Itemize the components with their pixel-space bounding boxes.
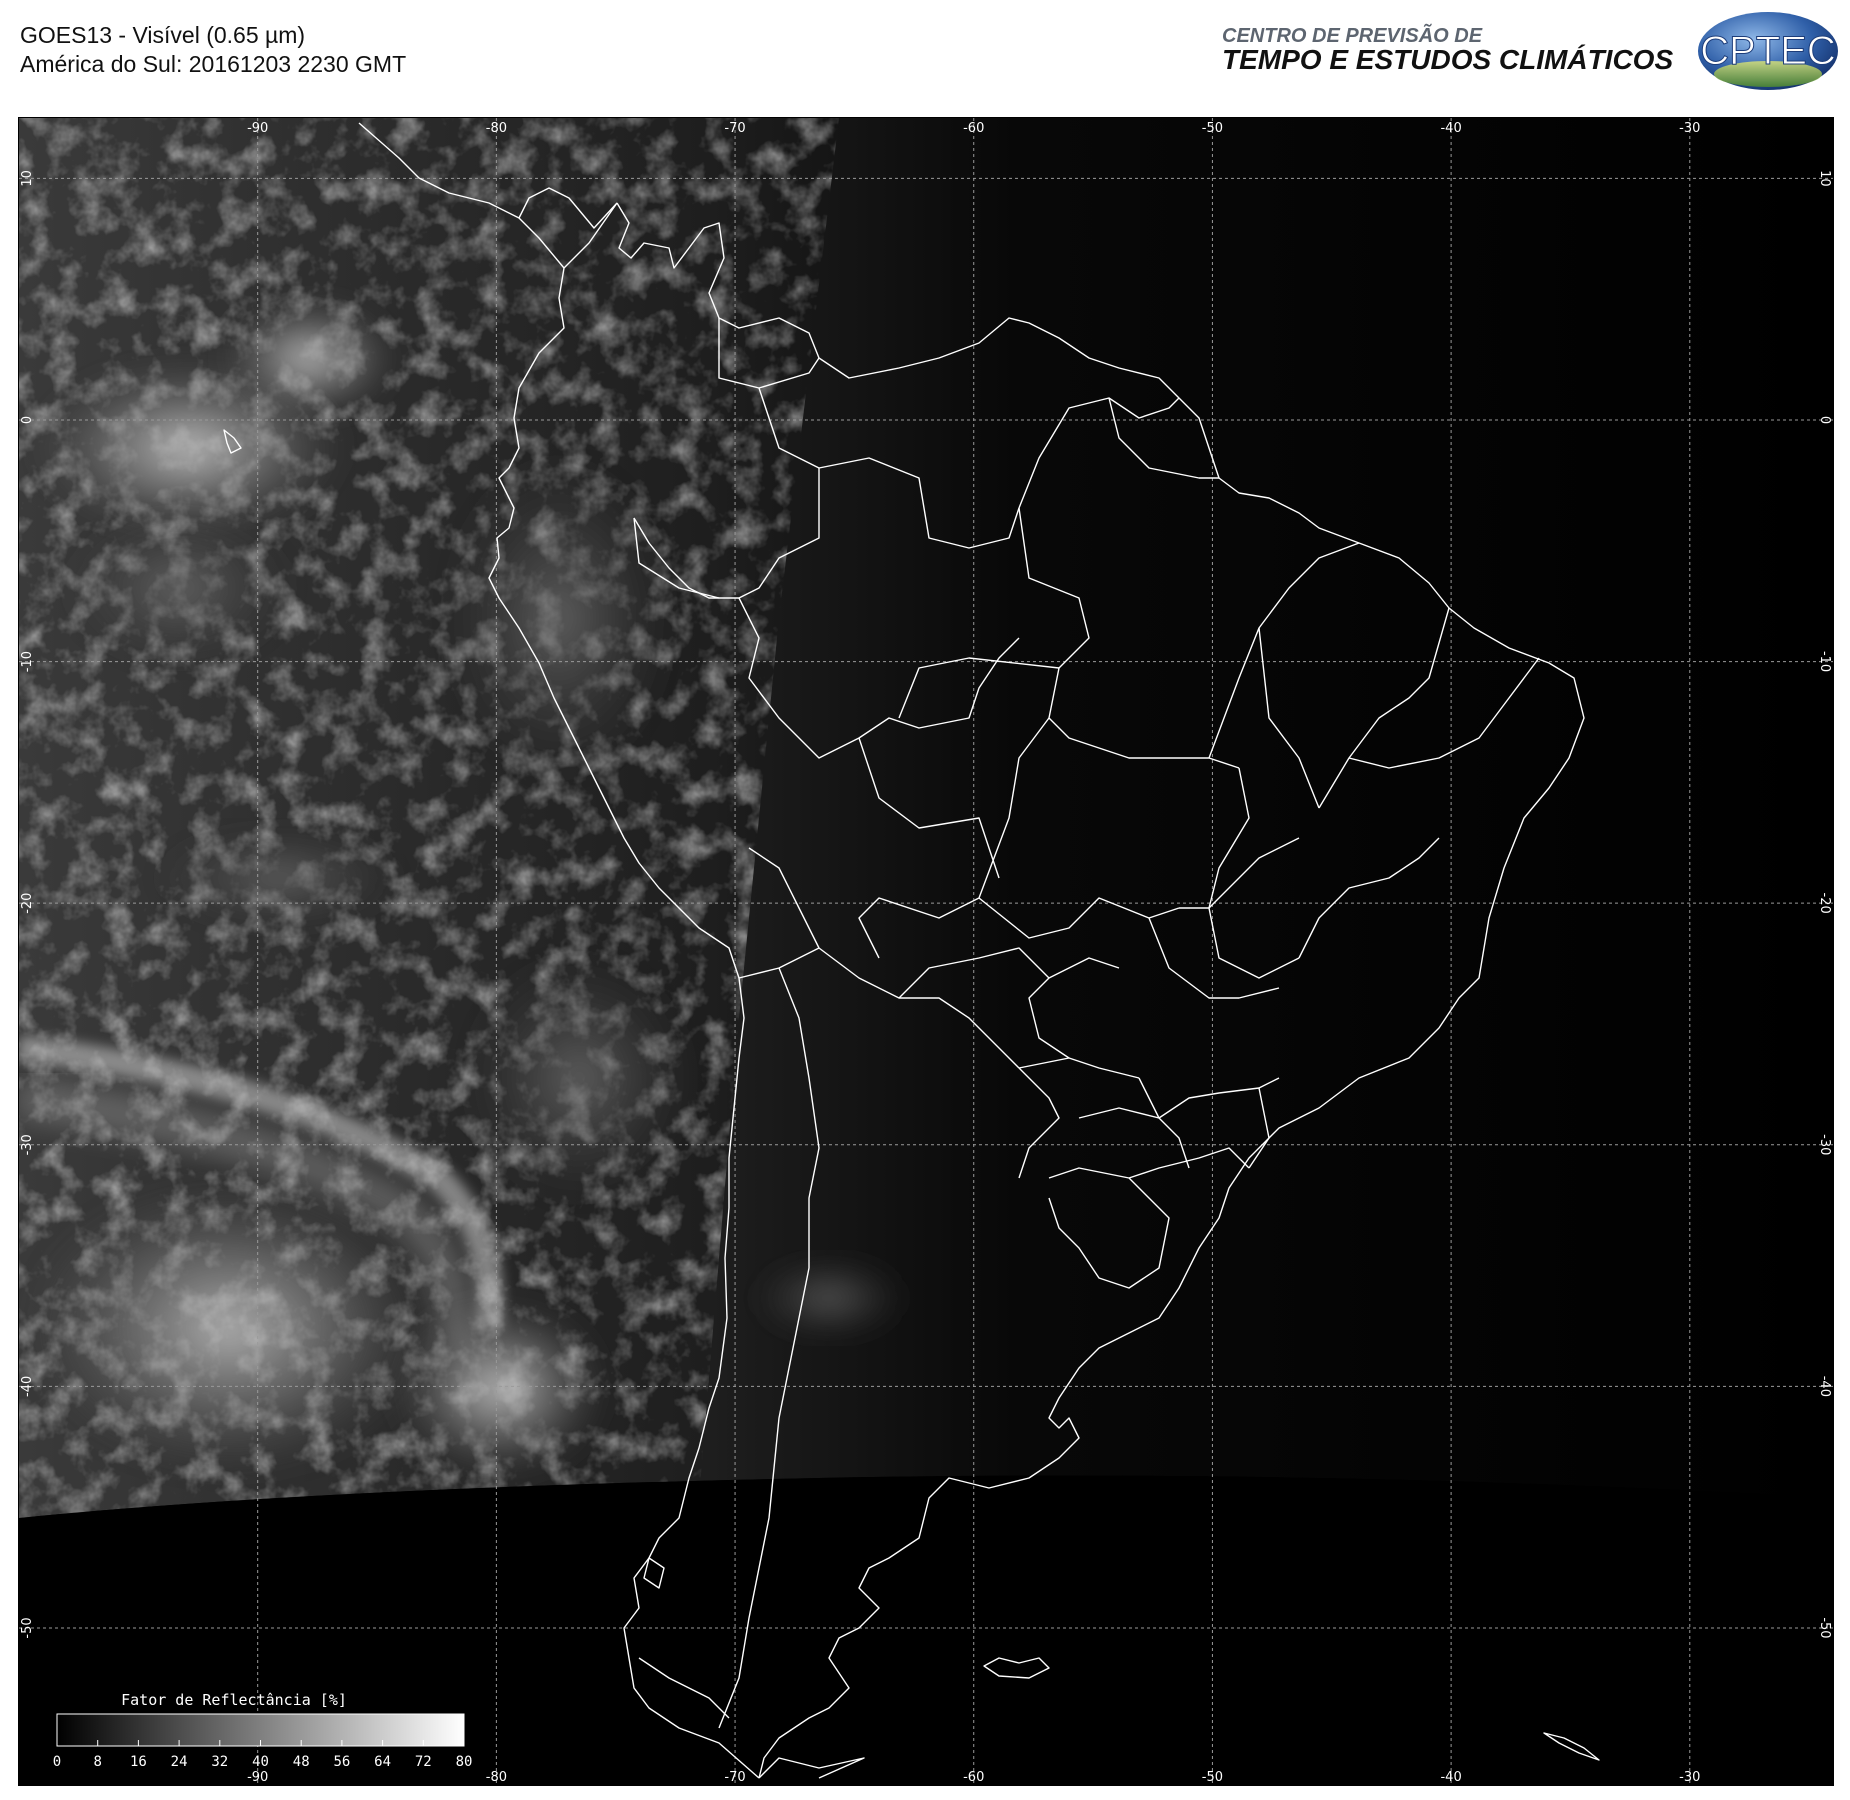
- colorbar-tick-label: 16: [130, 1754, 147, 1770]
- header: GOES13 - Visível (0.65 µm) América do Su…: [0, 0, 1850, 100]
- longitude-label: -80: [486, 121, 507, 136]
- image-subtitle: América do Sul: 20161203 2230 GMT: [20, 51, 407, 77]
- latitude-label: -20: [1817, 893, 1832, 914]
- latitude-label: -10: [1817, 651, 1832, 672]
- latitude-label: -40: [1817, 1376, 1832, 1397]
- map-canvas: -90 -90 -80 -80 -70 -70 -60 -60 -50 -50 -40 -40 -30 -…: [19, 118, 1833, 1785]
- latitude-label: 10: [20, 170, 35, 187]
- colorbar-tick-label: 64: [374, 1754, 391, 1770]
- colorbar-tick-label: 48: [293, 1754, 310, 1770]
- longitude-label: -30: [1679, 1770, 1700, 1785]
- latitude-label: 0: [20, 416, 35, 424]
- colorbar-tick-label: 8: [93, 1754, 101, 1770]
- colorbar-tick-label: 0: [53, 1754, 61, 1770]
- latitude-label: -50: [20, 1617, 35, 1638]
- colorbar-tick-label: 72: [415, 1754, 432, 1770]
- longitude-label: -30: [1679, 121, 1700, 136]
- longitude-label: -50: [1202, 1770, 1223, 1785]
- latitude-label: -10: [20, 651, 35, 672]
- longitude-label: -40: [1440, 121, 1461, 136]
- latitude-label: 10: [1817, 170, 1832, 187]
- longitude-label: -60: [963, 1770, 984, 1785]
- longitude-label: -90: [247, 121, 268, 136]
- latitude-label: -30: [20, 1134, 35, 1155]
- latitude-label: 0: [1817, 416, 1832, 424]
- colorbar-tick-label: 80: [456, 1754, 473, 1770]
- colorbar-title: Fator de Reflectância [%]: [121, 1691, 347, 1709]
- satellite-map: -90 -90 -80 -80 -70 -70 -60 -60 -50 -50 -40 -40 -30 -…: [18, 117, 1834, 1786]
- longitude-label: -90: [247, 1770, 268, 1785]
- colorbar-tick-label: 40: [252, 1754, 269, 1770]
- latitude-label: -20: [20, 893, 35, 914]
- longitude-label: -80: [486, 1770, 507, 1785]
- cptec-logo: CPTEC: [1698, 12, 1838, 90]
- longitude-label: -70: [724, 1770, 745, 1785]
- latitude-label: -30: [1817, 1134, 1832, 1155]
- longitude-label: -50: [1202, 121, 1223, 136]
- longitude-label: -60: [963, 121, 984, 136]
- org-name-line2: TEMPO E ESTUDOS CLIMÁTICOS: [1222, 44, 1674, 75]
- longitude-label: -40: [1440, 1770, 1461, 1785]
- longitude-label: -70: [724, 121, 745, 136]
- latitude-label: -40: [20, 1376, 35, 1397]
- colorbar-tick-label: 32: [211, 1754, 228, 1770]
- latitude-label: -50: [1817, 1617, 1832, 1638]
- colorbar-tick-label: 24: [171, 1754, 188, 1770]
- colorbar-tick-label: 56: [333, 1754, 350, 1770]
- svg-text:CPTEC: CPTEC: [1700, 29, 1836, 73]
- image-title: GOES13 - Visível (0.65 µm): [20, 22, 306, 48]
